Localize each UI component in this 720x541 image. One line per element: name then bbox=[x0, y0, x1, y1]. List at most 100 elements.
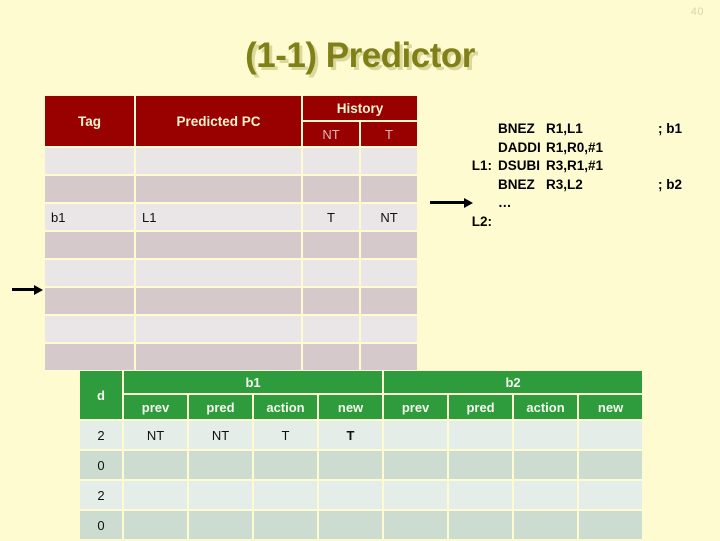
right-arrow-icon bbox=[12, 283, 46, 295]
btb-cell-tag bbox=[45, 288, 134, 314]
trace-header-group-b1: b1 bbox=[124, 371, 383, 393]
trace-cell-d: 2 bbox=[80, 421, 122, 449]
btb-cell-nt bbox=[303, 148, 359, 174]
btb-cell-tag bbox=[45, 232, 134, 258]
trace-cell-b2-pred bbox=[449, 481, 513, 509]
btb-cell-predicted-pc bbox=[136, 344, 301, 370]
table-row: 0 bbox=[80, 511, 643, 539]
code-line: … bbox=[458, 194, 682, 213]
trace-cell-b2-pred bbox=[449, 451, 513, 479]
trace-cell-b1-pred bbox=[189, 451, 252, 479]
trace-cell-b1-action: T bbox=[254, 421, 317, 449]
table-row bbox=[45, 148, 418, 174]
trace-cell-b1-new: T bbox=[319, 421, 383, 449]
btb-cell-nt bbox=[303, 288, 359, 314]
page-number: 40 bbox=[690, 6, 704, 18]
code-operands: R3,R1,#1 bbox=[546, 158, 604, 173]
trace-cell-b2-pred bbox=[449, 421, 513, 449]
trace-cell-b2-action bbox=[514, 451, 578, 479]
trace-cell-b1-prev: NT bbox=[124, 421, 187, 449]
btb-cell-tag bbox=[45, 148, 134, 174]
btb-cell-t bbox=[361, 232, 418, 258]
trace-cell-b1-pred bbox=[189, 481, 252, 509]
trace-subheader-b2-prev: prev bbox=[384, 395, 448, 419]
btb-cell-t: NT bbox=[361, 204, 418, 230]
trace-cell-b2-prev bbox=[384, 451, 448, 479]
btb-cell-tag bbox=[45, 344, 134, 370]
btb-table: Tag Predicted PC History NT T b1 L1 T NT bbox=[43, 94, 419, 372]
btb-cell-nt bbox=[303, 344, 359, 370]
trace-cell-b2-action bbox=[514, 421, 578, 449]
btb-cell-nt bbox=[303, 232, 359, 258]
trace-cell-b2-new bbox=[579, 451, 643, 479]
btb-table-body: b1 L1 T NT bbox=[45, 148, 418, 370]
trace-cell-b1-prev bbox=[124, 481, 187, 509]
btb-cell-predicted-pc bbox=[136, 176, 301, 202]
btb-header-history-t: T bbox=[361, 122, 418, 146]
trace-subheader-b2-new: new bbox=[579, 395, 643, 419]
btb-cell-predicted-pc bbox=[136, 288, 301, 314]
trace-cell-b1-new bbox=[319, 481, 383, 509]
code-line: L2: bbox=[458, 213, 682, 232]
trace-cell-b1-prev bbox=[124, 511, 187, 539]
trace-subheader-b1-new: new bbox=[319, 395, 383, 419]
btb-cell-t bbox=[361, 176, 418, 202]
trace-subheader-b2-pred: pred bbox=[449, 395, 513, 419]
trace-cell-b1-action bbox=[254, 511, 317, 539]
table-row bbox=[45, 316, 418, 342]
code-line: BNEZ R3,L2 ; b2 bbox=[458, 176, 682, 195]
trace-header-row-2: prev pred action new prev pred action ne… bbox=[80, 395, 643, 419]
arrow-head bbox=[464, 197, 473, 208]
code-mnemonic: … bbox=[498, 195, 512, 210]
code-mnemonic: DSUBI bbox=[498, 158, 541, 173]
right-arrow-icon bbox=[430, 196, 476, 208]
trace-cell-b2-prev bbox=[384, 481, 448, 509]
btb-header-row-1: Tag Predicted PC History bbox=[45, 96, 418, 146]
trace-cell-b2-new bbox=[579, 511, 643, 539]
trace-header-row-1: d b1 b2 bbox=[80, 371, 643, 419]
arrow-shaft bbox=[430, 201, 468, 204]
trace-cell-b2-action bbox=[514, 511, 578, 539]
trace-cell-b1-new bbox=[319, 511, 383, 539]
btb-header-predicted-pc: Predicted PC bbox=[136, 96, 301, 146]
trace-cell-d: 0 bbox=[80, 511, 122, 539]
code-mnemonic: BNEZ bbox=[498, 121, 535, 136]
trace-cell-b2-prev bbox=[384, 511, 448, 539]
trace-table-header: d b1 b2 prev pred action new prev pred a… bbox=[80, 371, 643, 419]
btb-cell-tag bbox=[45, 316, 134, 342]
btb-header-history-nt: NT bbox=[303, 122, 359, 146]
page-title: (1-1) Predictor bbox=[245, 36, 475, 75]
trace-header-d: d bbox=[80, 371, 122, 419]
code-line: L1: DSUBI R3,R1,#1 bbox=[458, 157, 682, 176]
table-row bbox=[45, 176, 418, 202]
trace-cell-b2-new bbox=[579, 421, 643, 449]
table-row bbox=[45, 344, 418, 370]
table-row bbox=[45, 260, 418, 286]
btb-cell-t bbox=[361, 260, 418, 286]
trace-subheader-b2-action: action bbox=[514, 395, 578, 419]
code-comment: ; b2 bbox=[658, 176, 683, 192]
code-listing: BNEZ R1,L1 ; b1 DADDI R1,R0,#1 L1: DSUBI R3,R… bbox=[458, 120, 682, 231]
btb-cell-tag bbox=[45, 260, 134, 286]
table-row bbox=[45, 232, 418, 258]
code-line: DADDI R1,R0,#1 bbox=[458, 139, 682, 158]
trace-cell-b1-pred: NT bbox=[189, 421, 252, 449]
code-mnemonic: BNEZ bbox=[498, 176, 535, 192]
btb-cell-nt: T bbox=[303, 204, 359, 230]
trace-cell-b2-pred bbox=[449, 511, 513, 539]
btb-header-history: History bbox=[303, 96, 418, 120]
trace-header-group-b2: b2 bbox=[384, 371, 643, 393]
arrow-head bbox=[34, 284, 43, 295]
btb-cell-t bbox=[361, 148, 418, 174]
trace-subheader-b1-action: action bbox=[254, 395, 317, 419]
trace-cell-b1-action bbox=[254, 481, 317, 509]
btb-cell-predicted-pc: L1 bbox=[136, 204, 301, 230]
btb-cell-nt bbox=[303, 316, 359, 342]
code-label: L1: bbox=[471, 158, 492, 173]
btb-table-header: Tag Predicted PC History NT T bbox=[45, 96, 418, 146]
trace-cell-b1-pred bbox=[189, 511, 252, 539]
trace-cell-b1-new bbox=[319, 451, 383, 479]
btb-cell-predicted-pc bbox=[136, 232, 301, 258]
trace-subheader-b1-pred: pred bbox=[189, 395, 252, 419]
trace-cell-b2-action bbox=[514, 481, 578, 509]
